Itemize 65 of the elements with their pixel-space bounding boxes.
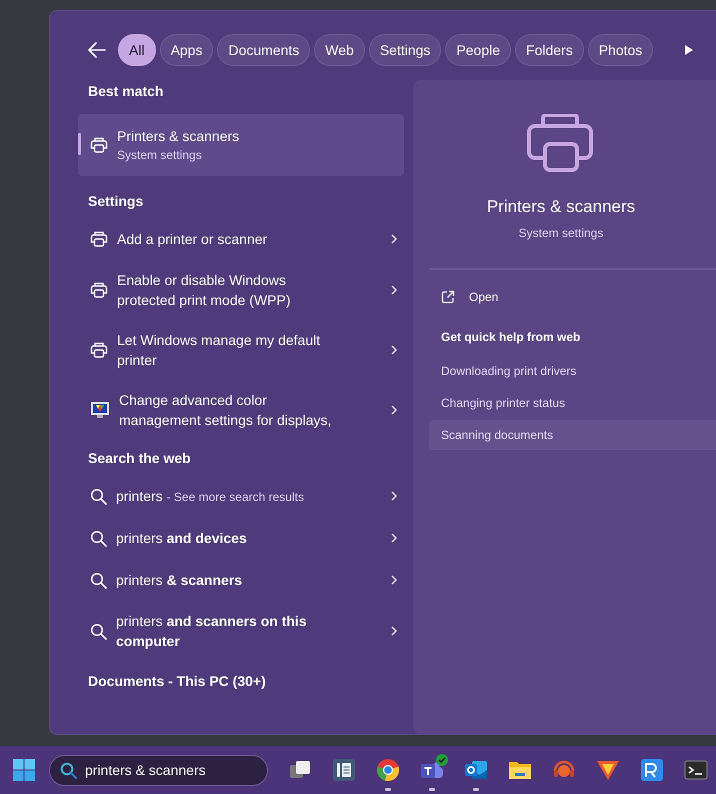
search-suggestion: printers and scanners on this computer — [116, 612, 308, 651]
printer-icon — [90, 281, 108, 299]
help-link[interactable]: Changing printer status — [429, 388, 716, 418]
web-search-result[interactable]: printers and scanners on this computer — [78, 601, 404, 661]
chevron-icon — [390, 574, 398, 586]
mail-app-icon[interactable] — [464, 758, 488, 782]
triangle-logo-icon[interactable] — [596, 758, 620, 782]
search-icon — [90, 572, 107, 588]
settings-result[interactable]: Enable or disable Windows protected print mode (WPP) — [78, 260, 404, 320]
help-link[interactable]: Downloading print drivers — [429, 356, 716, 386]
search-hint: - See more search results — [166, 490, 304, 504]
search-query: printers — [116, 488, 163, 504]
monitor-icon — [90, 400, 110, 420]
web-search-result[interactable]: printers and devices — [78, 517, 404, 559]
selection-indicator — [78, 133, 81, 155]
search-icon — [60, 762, 77, 778]
settings-result[interactable]: Change advanced color management settings for displays, — [78, 380, 404, 440]
printer-icon — [90, 136, 108, 154]
printer-icon — [90, 341, 108, 359]
settings-result[interactable]: Add a printer or scanner — [78, 218, 404, 260]
filter-tab[interactable]: Documents — [217, 34, 310, 66]
back-arrow-icon[interactable] — [88, 42, 106, 58]
best-match-result[interactable]: Printers & scanners System settings — [78, 114, 404, 176]
search-icon — [90, 622, 107, 640]
search-icon — [90, 530, 107, 546]
help-heading: Get quick help from web — [441, 328, 582, 346]
chevron-icon — [390, 625, 398, 637]
search-suggestion: printers & scanners — [116, 571, 242, 590]
filter-tab[interactable]: All — [118, 34, 156, 66]
filter-tab[interactable]: Folders — [515, 34, 584, 66]
result-subtitle: System settings — [117, 147, 203, 164]
play-icon[interactable] — [684, 44, 694, 56]
browser-icon[interactable] — [376, 758, 400, 782]
filter-tab[interactable]: Web — [314, 34, 365, 66]
search-icon — [90, 488, 107, 504]
help-link[interactable]: Scanning documents — [429, 420, 716, 450]
preview-subtitle: System settings — [518, 224, 604, 242]
chevron-icon — [390, 284, 398, 296]
filter-tab[interactable]: Apps — [160, 34, 214, 66]
web-search-result[interactable]: printers - See more search results — [78, 475, 404, 517]
open-action[interactable]: Open — [441, 288, 521, 306]
filter-tab[interactable]: Settings — [368, 34, 442, 66]
windows-start-icon[interactable] — [12, 758, 36, 782]
section-heading: Search the web — [87, 449, 192, 468]
settings-result[interactable]: Let Windows manage my default printer — [78, 320, 404, 380]
terminal-icon[interactable] — [684, 758, 708, 782]
filter-tab[interactable]: People — [445, 34, 512, 66]
filter-tab[interactable]: Photos — [588, 34, 654, 66]
section-heading: Settings — [87, 192, 144, 211]
result-title: Printers & scanners — [117, 127, 240, 146]
taskbar-search-field[interactable]: printers & scanners — [49, 754, 268, 786]
chevron-icon — [390, 233, 398, 245]
remote-desktop-icon[interactable] — [640, 758, 664, 782]
section-heading: Documents - This PC (30+) — [87, 672, 267, 691]
section-heading: Best match — [87, 82, 164, 101]
chevron-icon — [390, 344, 398, 356]
web-search-result[interactable]: printers & scanners — [78, 559, 404, 601]
printer-icon — [90, 230, 108, 248]
chevron-icon — [390, 532, 398, 544]
chevron-icon — [390, 490, 398, 502]
printer-icon — [527, 114, 595, 172]
preview-title: Printers & scanners — [486, 196, 636, 218]
chevron-icon — [390, 404, 398, 416]
open-external-icon — [441, 290, 455, 304]
search-suggestion: printers and devices — [116, 529, 247, 548]
